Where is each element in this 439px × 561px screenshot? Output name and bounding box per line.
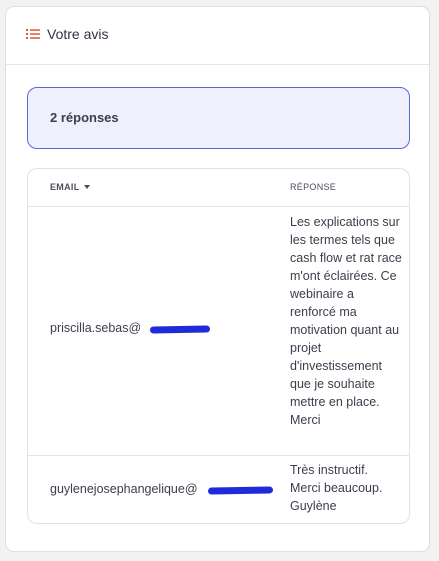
- email-cell: priscilla.sebas@: [50, 321, 142, 335]
- redaction-mark: [207, 486, 274, 495]
- response-count-banner: 2 réponses: [27, 87, 410, 149]
- list-icon: [26, 29, 40, 39]
- table-row: guylenejosephangelique@ Très instructif.…: [28, 455, 409, 523]
- response-column-header: RÉPONSE: [290, 182, 337, 192]
- caret-down-icon[interactable]: [83, 185, 90, 189]
- redaction-mark: [149, 325, 211, 334]
- table-header: EMAIL RÉPONSE: [28, 169, 409, 207]
- card-header: Votre avis: [6, 7, 429, 65]
- response-cell: Très instructif. Merci beaucoup. Guylène: [290, 463, 383, 513]
- response-cell: Les explications sur les termes tels que…: [290, 215, 402, 427]
- email-cell: guylenejosephangelique@: [50, 482, 198, 496]
- responses-table: EMAIL RÉPONSE priscilla.sebas@ Les expli…: [27, 168, 410, 524]
- feedback-card: Votre avis 2 réponses EMAIL RÉPONSE pris…: [5, 6, 430, 552]
- card-title: Votre avis: [47, 26, 109, 42]
- email-column-label: EMAIL: [50, 182, 80, 192]
- email-column-header[interactable]: EMAIL: [50, 182, 90, 192]
- response-count: 2 réponses: [50, 110, 119, 125]
- table-row: priscilla.sebas@ Les explications sur le…: [28, 206, 409, 456]
